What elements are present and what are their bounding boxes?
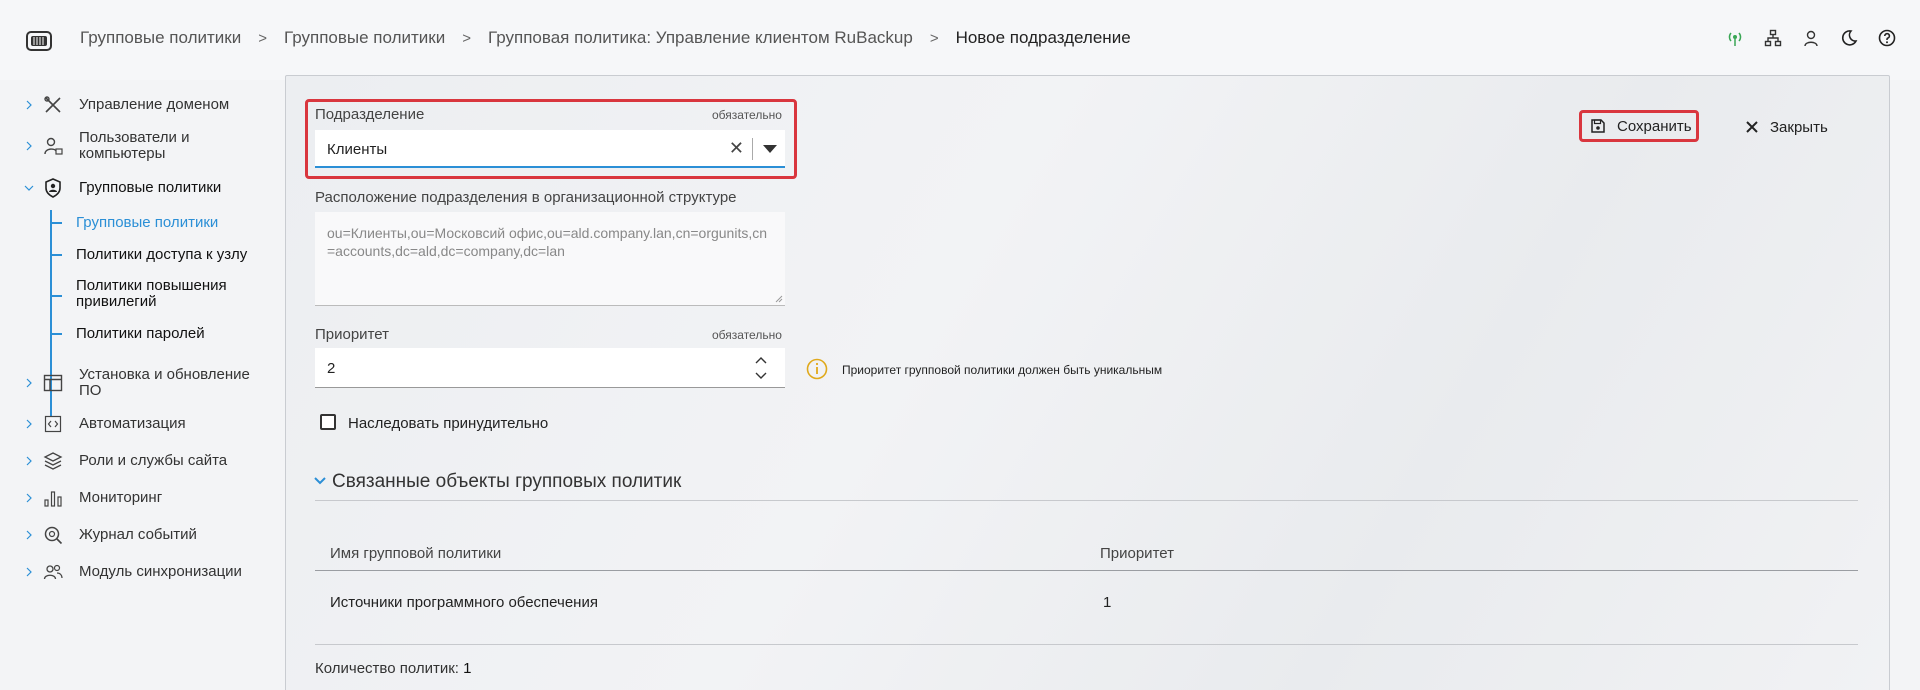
- save-icon: [1591, 119, 1605, 133]
- app-logo-icon[interactable]: [26, 31, 52, 51]
- chevron-right-icon: [26, 141, 32, 151]
- priority-required-label: обязательно: [712, 328, 782, 342]
- shield-user-icon: [42, 177, 64, 199]
- breadcrumb-item[interactable]: Групповые политики: [284, 28, 445, 48]
- unit-select[interactable]: Клиенты ✕: [315, 130, 785, 168]
- layers-icon: [42, 450, 64, 472]
- section-divider: [315, 500, 1858, 501]
- unit-field-label: Подразделение: [315, 106, 425, 123]
- chevron-down-icon[interactable]: [313, 476, 327, 486]
- dark-mode-icon[interactable]: [1840, 29, 1858, 47]
- info-icon: [806, 358, 828, 380]
- help-icon[interactable]: [1878, 29, 1896, 47]
- clear-icon[interactable]: ✕: [729, 138, 744, 159]
- policy-priority-cell: 1: [1103, 594, 1112, 611]
- breadcrumb-item[interactable]: Групповая политика: Управление клиентом …: [488, 28, 913, 48]
- inherit-checkbox[interactable]: [320, 414, 336, 430]
- breadcrumb-separator: >: [929, 29, 939, 47]
- sidebar-item-label: Мониторинг: [79, 489, 163, 506]
- search-log-icon: [42, 524, 64, 546]
- spin-down-icon[interactable]: [755, 370, 767, 380]
- submenu-item-privilege-escalation[interactable]: Политики повышения привилегий: [76, 278, 276, 310]
- sidebar-item-label: Групповые политики: [79, 179, 222, 196]
- linked-section-title[interactable]: Связанные объекты групповых политик: [332, 471, 681, 493]
- priority-field-label: Приоритет: [315, 326, 389, 343]
- policy-count: Количество политик: 1: [315, 660, 471, 677]
- tools-icon: [42, 94, 64, 116]
- save-button-label: Сохранить: [1617, 117, 1692, 135]
- chevron-right-icon: [26, 419, 32, 429]
- sidebar-item-label: Роли и службы сайта: [79, 452, 228, 469]
- sidebar-item-label: Управление доменом: [79, 96, 230, 113]
- breadcrumb-current: Новое подразделение: [955, 28, 1131, 47]
- priority-hint: Приоритет групповой политики должен быть…: [842, 363, 1163, 377]
- user-computer-icon: [42, 135, 64, 157]
- column-header-name[interactable]: Имя групповой политики: [330, 545, 501, 562]
- unit-select-value: Клиенты: [327, 141, 388, 158]
- submenu-tick: [50, 295, 62, 297]
- users-icon: [42, 561, 64, 583]
- close-button-label: Закрыть: [1770, 118, 1828, 136]
- chevron-right-icon: [26, 100, 32, 110]
- policy-name-cell[interactable]: Источники программного обеспечения: [330, 594, 598, 611]
- breadcrumb-separator: >: [258, 29, 267, 47]
- sidebar-item-label: Установка и обновление ПО: [79, 366, 250, 399]
- sidebar-item-label: Модуль синхронизации: [79, 563, 242, 580]
- submenu-tick: [50, 222, 62, 224]
- chevron-right-icon: [26, 530, 32, 540]
- location-textarea[interactable]: ou=Клиенты,ou=Московсий офис,ou=ald.comp…: [315, 212, 785, 306]
- unit-required-label: обязательно: [712, 108, 782, 122]
- table-footer-divider: [315, 644, 1858, 645]
- submenu-item-password-policies[interactable]: Политики паролей: [76, 326, 276, 342]
- submenu-tick: [50, 254, 62, 256]
- breadcrumb-item[interactable]: Групповые политики: [80, 28, 241, 48]
- close-button[interactable]: Закрыть: [1745, 116, 1828, 138]
- policy-count-value: 1: [463, 660, 472, 677]
- chevron-right-icon: [26, 493, 32, 503]
- header-toolbar: [1726, 29, 1896, 47]
- network-icon[interactable]: [1764, 29, 1782, 47]
- sidebar-item-label: Журнал событий: [79, 526, 197, 543]
- spin-up-icon[interactable]: [755, 356, 767, 366]
- chevron-right-icon: [26, 567, 32, 577]
- caret-down-icon[interactable]: [763, 145, 777, 153]
- close-icon: [1746, 121, 1758, 133]
- submenu-tick: [50, 333, 62, 335]
- policy-count-label: Количество политик:: [315, 660, 459, 677]
- window-icon: [42, 372, 64, 394]
- sidebar-item-label: Пользователи и компьютеры: [79, 129, 190, 162]
- priority-value: 2: [327, 360, 336, 377]
- chevron-right-icon: [26, 456, 32, 466]
- submenu-item-group-policies[interactable]: Групповые политики: [76, 215, 276, 231]
- location-value: ou=Клиенты,ou=Московсий офис,ou=ald.comp…: [327, 225, 768, 259]
- resize-handle-icon[interactable]: [775, 295, 783, 303]
- inherit-checkbox-label[interactable]: Наследовать принудительно: [348, 415, 548, 432]
- sidebar: Управление доменом Пользователи и компью…: [0, 80, 285, 690]
- select-divider: [752, 138, 753, 160]
- sidebar-item-label: Автоматизация: [79, 415, 186, 432]
- breadcrumb: Групповые политики > Групповые политики …: [80, 28, 1131, 48]
- bar-chart-icon: [42, 487, 64, 509]
- chevron-right-icon: [26, 378, 32, 388]
- table-header-divider: [315, 570, 1858, 571]
- save-button[interactable]: Сохранить: [1579, 110, 1699, 142]
- breadcrumb-separator: >: [462, 29, 471, 47]
- app-header: Групповые политики > Групповые политики …: [0, 0, 1920, 80]
- chevron-down-icon: [24, 185, 34, 191]
- code-icon: [42, 413, 64, 435]
- user-icon[interactable]: [1802, 29, 1820, 47]
- submenu-item-host-access[interactable]: Политики доступа к узлу: [76, 247, 276, 263]
- connection-status-icon[interactable]: [1726, 29, 1744, 47]
- priority-input[interactable]: 2: [315, 348, 785, 388]
- column-header-priority[interactable]: Приоритет: [1100, 545, 1174, 562]
- location-field-label: Расположение подразделения в организацио…: [315, 189, 737, 206]
